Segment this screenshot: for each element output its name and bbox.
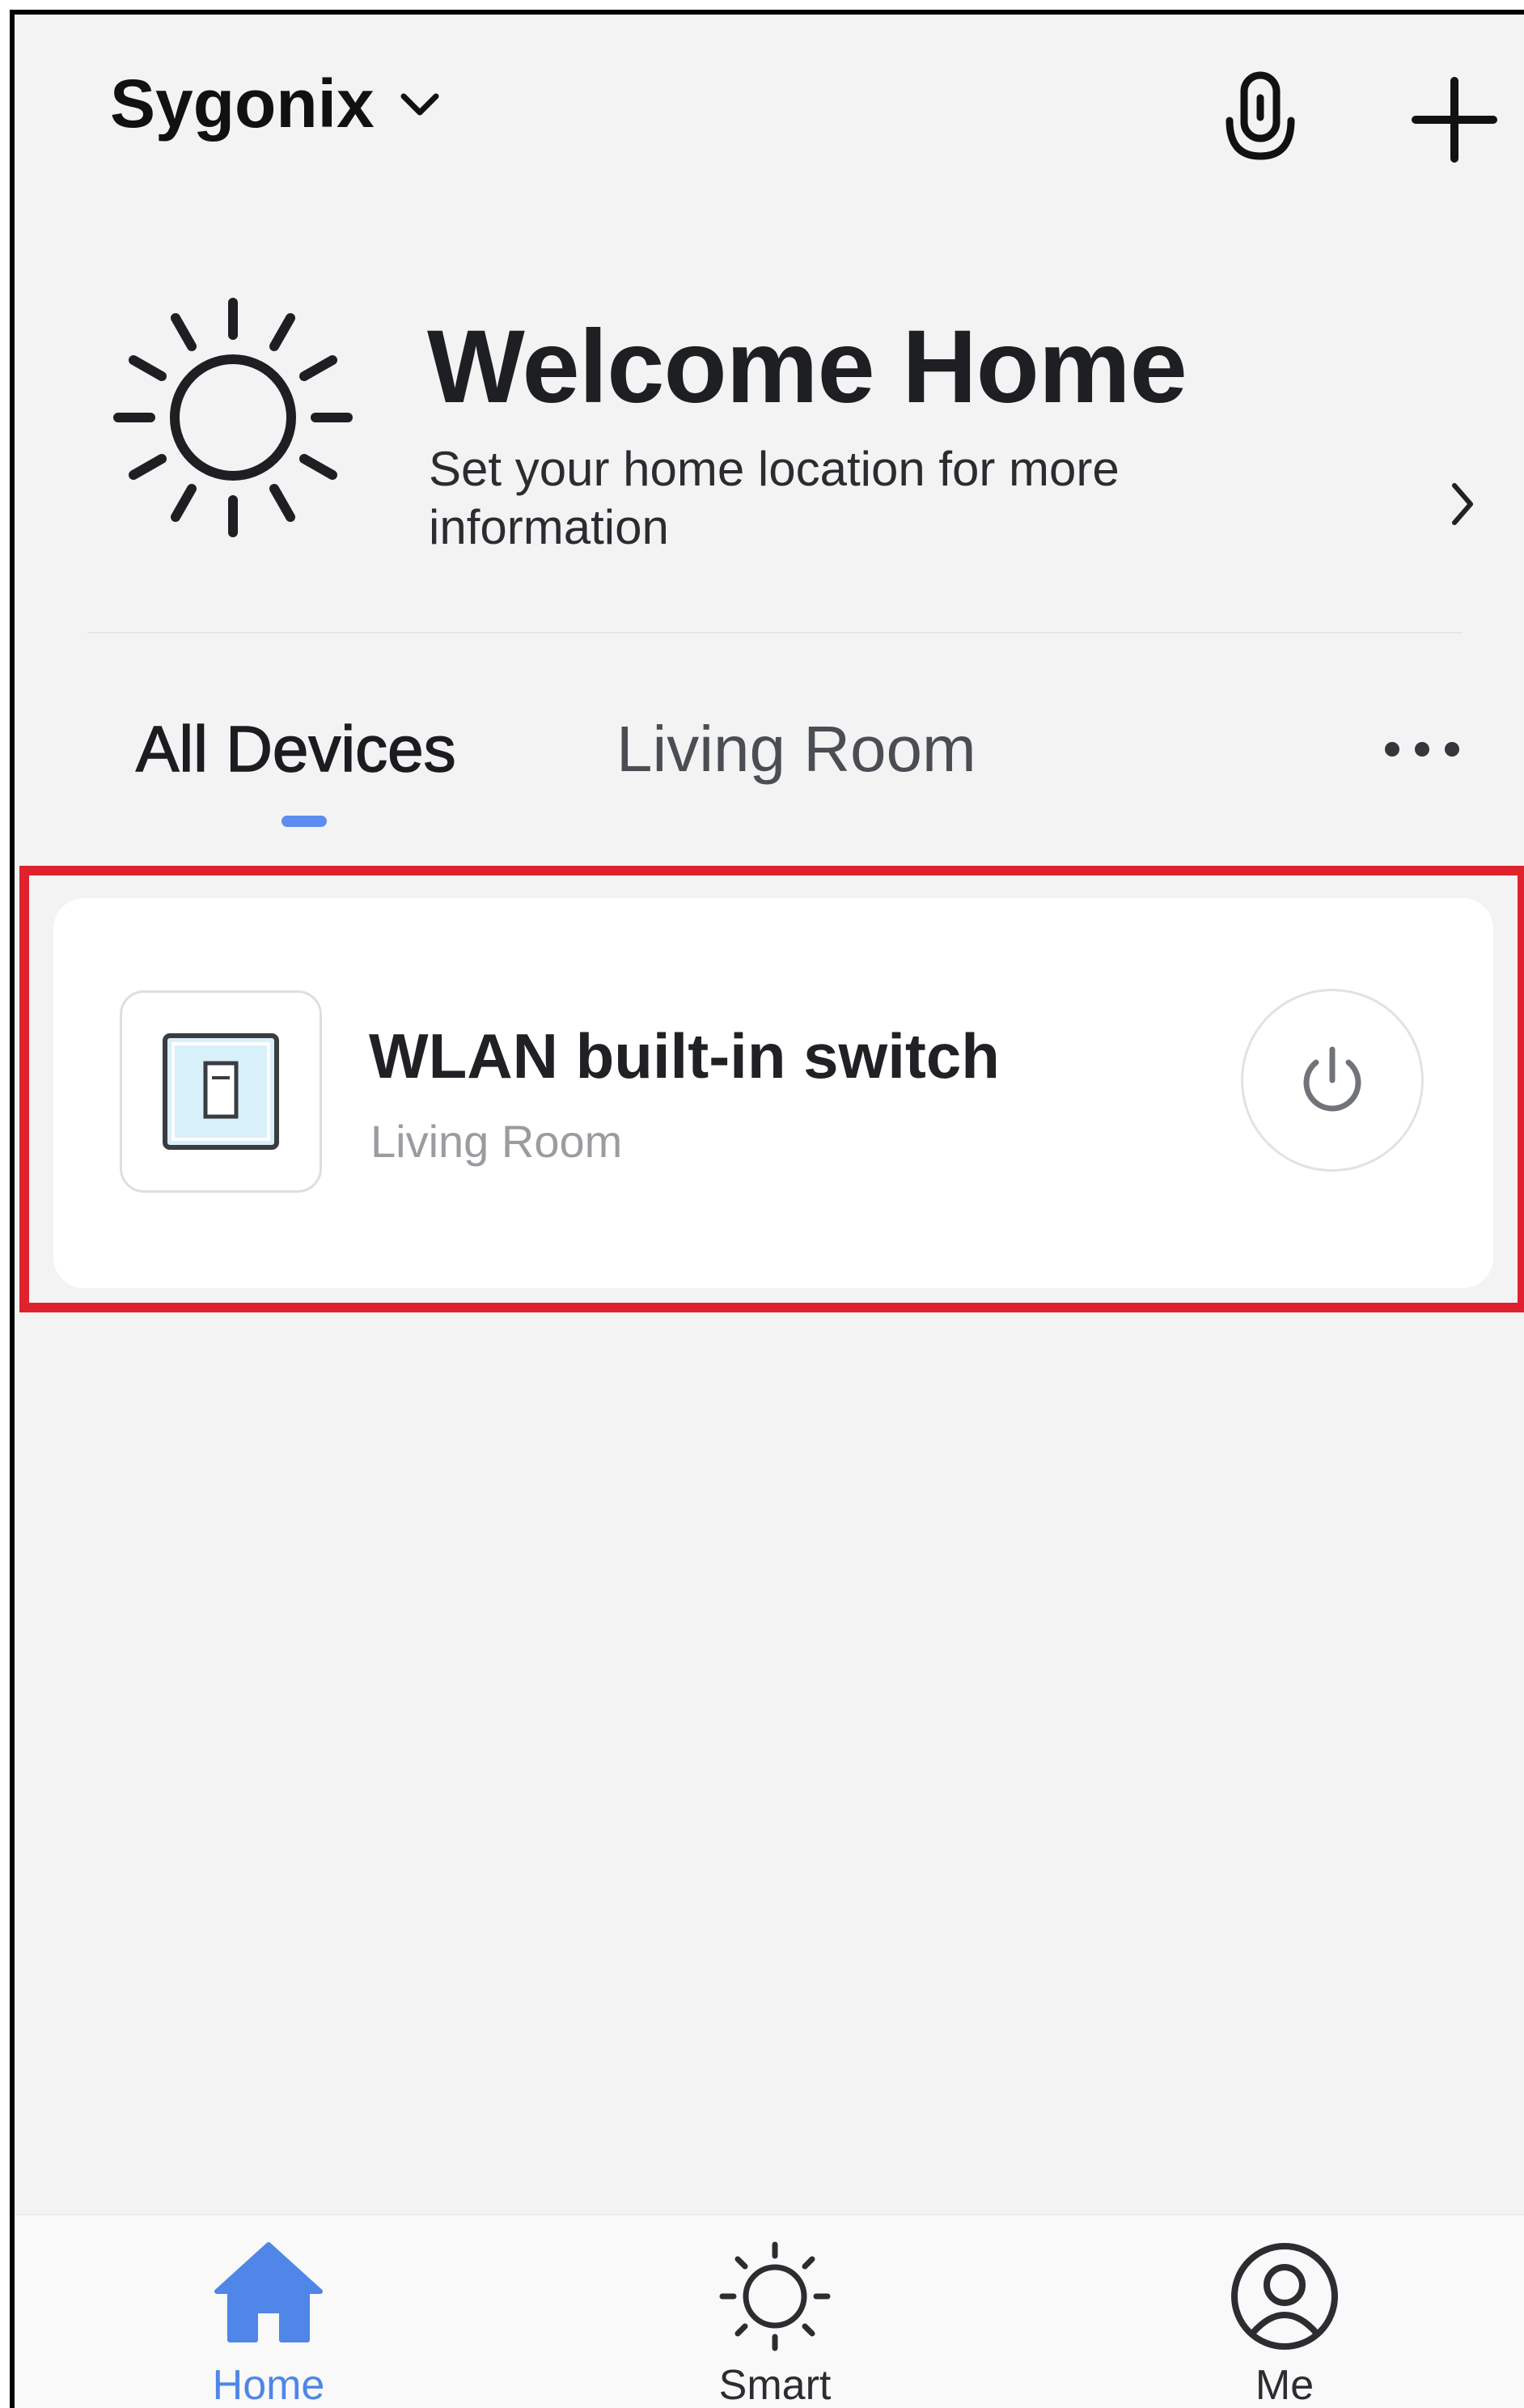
sun-icon <box>113 298 353 537</box>
nav-home[interactable]: Home <box>147 2215 390 2408</box>
power-button[interactable] <box>1241 989 1424 1172</box>
power-icon <box>1303 1046 1361 1112</box>
home-icon <box>214 2242 323 2342</box>
more-dots-icon[interactable] <box>1378 733 1467 765</box>
chevron-right-icon[interactable] <box>1446 476 1479 532</box>
device-thumbnail <box>120 990 322 1193</box>
divider <box>87 632 1463 634</box>
tab-living-room[interactable]: Living Room <box>616 712 976 786</box>
device-room: Living Room <box>370 1116 623 1167</box>
voice-button[interactable] <box>1216 63 1305 176</box>
smart-sun-icon <box>719 2241 831 2351</box>
location-prompt[interactable]: Set your home location for more informat… <box>429 440 1319 557</box>
home-name: Sygonix <box>110 66 375 142</box>
microphone-icon <box>1226 71 1295 160</box>
bottom-navigation: Home Smart Me <box>15 2214 1524 2408</box>
nav-home-label: Home <box>212 2362 325 2408</box>
device-name: WLAN built-in switch <box>369 1020 1000 1092</box>
wall-switch-icon <box>163 1033 279 1150</box>
welcome-title: Welcome Home <box>427 309 1187 425</box>
active-tab-indicator <box>282 816 327 827</box>
nav-smart[interactable]: Smart <box>654 2215 896 2408</box>
nav-me[interactable]: Me <box>1163 2215 1406 2408</box>
add-device-button[interactable] <box>1402 63 1507 176</box>
chevron-down-icon <box>400 93 439 115</box>
device-card[interactable]: WLAN built-in switch Living Room <box>53 898 1493 1288</box>
plus-icon <box>1412 77 1497 163</box>
app-screen: Sygonix Welcome Home Set your home locat… <box>10 10 1524 2408</box>
user-circle-icon <box>1231 2243 1338 2350</box>
nav-smart-label: Smart <box>718 2362 832 2408</box>
home-selector[interactable]: Sygonix <box>110 65 442 143</box>
tab-all-devices[interactable]: All Devices <box>135 712 456 786</box>
nav-me-label: Me <box>1255 2362 1314 2408</box>
